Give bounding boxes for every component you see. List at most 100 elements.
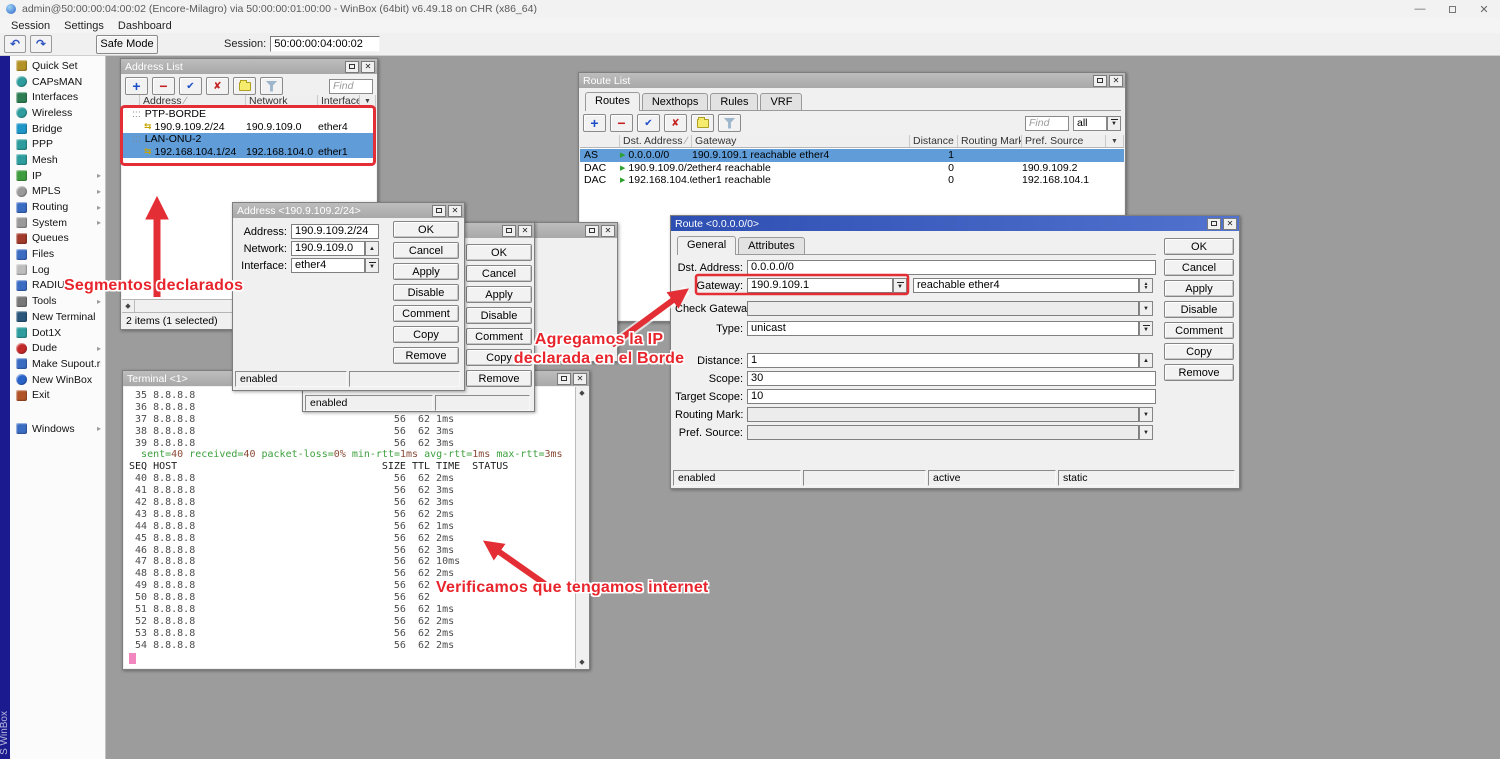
minimize-icon[interactable]: —: [1404, 0, 1436, 18]
close-icon[interactable]: ✕: [361, 61, 375, 73]
close-icon[interactable]: ✕: [1223, 218, 1237, 230]
comment-button[interactable]: Comment: [1164, 322, 1234, 339]
find-input[interactable]: Find: [329, 79, 373, 94]
filter-button[interactable]: [260, 77, 283, 95]
spin-up-icon[interactable]: ▲: [365, 241, 379, 256]
disable-button[interactable]: ✘: [664, 114, 687, 132]
safe-mode-button[interactable]: Safe Mode: [96, 35, 158, 54]
scope-input[interactable]: 30: [747, 371, 1156, 386]
gateway-dropdown-icon[interactable]: ▼: [893, 278, 907, 293]
comment-button[interactable]: [233, 77, 256, 95]
scroll-up-icon[interactable]: ◆: [579, 387, 584, 399]
sidebar-item-tools[interactable]: Tools▸: [10, 293, 105, 309]
close-icon[interactable]: ✕: [573, 373, 587, 385]
menu-settings[interactable]: Settings: [57, 20, 111, 32]
close-icon[interactable]: ✕: [1468, 0, 1500, 18]
updown-icon[interactable]: ▲▼: [1139, 278, 1153, 293]
sidebar-item-bridge[interactable]: Bridge: [10, 121, 105, 137]
address-comment-row[interactable]: :::PTP-BORDE: [122, 108, 376, 121]
maximize-icon[interactable]: [1207, 218, 1221, 230]
cancel-button[interactable]: Cancel: [466, 265, 532, 282]
maximize-icon[interactable]: [432, 205, 446, 217]
redo-button[interactable]: ↷: [30, 35, 52, 53]
route-dialog[interactable]: Route <0.0.0.0/0> ✕ GeneralAttributes Ds…: [670, 215, 1240, 489]
address-input[interactable]: 190.9.109.2/24: [291, 224, 379, 239]
address-row[interactable]: ⇆190.9.109.2/24190.9.109.0ether4: [122, 121, 376, 134]
remove-button[interactable]: −: [610, 114, 633, 132]
route-row[interactable]: DAC▶190.9.109.0/24ether4 reachable0190.9…: [580, 162, 1124, 175]
tab-nexthops[interactable]: Nexthops: [642, 93, 708, 110]
sidebar-item-mpls[interactable]: MPLS▸: [10, 184, 105, 200]
sidebar-item-system[interactable]: System▸: [10, 215, 105, 231]
tab-general[interactable]: General: [677, 236, 736, 255]
ok-button[interactable]: OK: [1164, 238, 1234, 255]
enable-button[interactable]: ✔: [637, 114, 660, 132]
address-comment-row[interactable]: :::LAN-ONU-2: [122, 133, 376, 146]
dropdown-icon[interactable]: ▼: [365, 258, 379, 273]
network-input[interactable]: 190.9.109.0: [291, 241, 365, 256]
filter-select[interactable]: all: [1073, 116, 1107, 131]
terminal-window[interactable]: Terminal <1> ✕ 35 8.8.8.8 36 8.8.8.8 37 …: [122, 370, 590, 670]
copy-button[interactable]: Copy: [393, 326, 459, 343]
disable-button[interactable]: ✘: [206, 77, 229, 95]
comment-button[interactable]: Comment: [393, 305, 459, 322]
sidebar-item-dude[interactable]: Dude▸: [10, 340, 105, 356]
maximize-icon[interactable]: [345, 61, 359, 73]
pref-source-input[interactable]: [747, 425, 1139, 440]
add-button[interactable]: +: [125, 77, 148, 95]
cancel-button[interactable]: Cancel: [1164, 259, 1234, 276]
apply-button[interactable]: Apply: [466, 286, 532, 303]
sidebar-item-queues[interactable]: Queues: [10, 231, 105, 247]
sidebar-item-make-supout-rif[interactable]: Make Supout.rif: [10, 356, 105, 372]
interface-input[interactable]: ether4: [291, 258, 365, 273]
sidebar-item-windows[interactable]: Windows▸: [10, 421, 105, 437]
restore-icon[interactable]: [1436, 0, 1468, 18]
comment-button[interactable]: [691, 114, 714, 132]
close-icon[interactable]: ✕: [448, 205, 462, 217]
add-button[interactable]: +: [583, 114, 606, 132]
sidebar-item-radius[interactable]: RADIUS: [10, 278, 105, 294]
maximize-icon[interactable]: [585, 225, 599, 237]
route-row[interactable]: AS▶0.0.0.0/0190.9.109.1 reachable ether4…: [580, 149, 1124, 162]
vertical-scrollbar[interactable]: ◆ ◆: [575, 387, 588, 668]
dropdown-icon[interactable]: ▼: [1139, 301, 1153, 316]
scroll-down-icon[interactable]: ◆: [579, 656, 584, 668]
dropdown-icon[interactable]: ▼: [1139, 321, 1153, 336]
find-input[interactable]: Find: [1025, 116, 1069, 131]
address-row[interactable]: ⇆192.168.104.1/24192.168.104.0ether1: [122, 146, 376, 159]
dropdown-icon[interactable]: ▼: [1139, 407, 1153, 422]
sidebar-item-mesh[interactable]: Mesh: [10, 152, 105, 168]
gateway-input[interactable]: 190.9.109.1: [747, 278, 893, 293]
sidebar-item-quick-set[interactable]: Quick Set: [10, 58, 105, 74]
copy-button[interactable]: Copy: [466, 349, 532, 366]
disable-button[interactable]: Disable: [393, 284, 459, 301]
apply-button[interactable]: Apply: [1164, 280, 1234, 297]
session-input[interactable]: 50:00:00:04:00:02: [270, 36, 380, 52]
address-dialog[interactable]: Address <190.9.109.2/24> ✕ Address: 190.…: [232, 202, 465, 391]
route-row[interactable]: DAC▶192.168.104.0..ether1 reachable0192.…: [580, 174, 1124, 187]
maximize-icon[interactable]: [1093, 75, 1107, 87]
sidebar-item-ppp[interactable]: PPP: [10, 136, 105, 152]
copy-button[interactable]: Copy: [1164, 343, 1234, 360]
sidebar-item-routing[interactable]: Routing▸: [10, 199, 105, 215]
scroll-arrow-icon[interactable]: ◆: [122, 300, 135, 312]
sidebar-item-new-terminal[interactable]: New Terminal: [10, 309, 105, 325]
sidebar-item-interfaces[interactable]: Interfaces: [10, 89, 105, 105]
distance-input[interactable]: 1: [747, 353, 1139, 368]
target-scope-input[interactable]: 10: [747, 389, 1156, 404]
tab-routes[interactable]: Routes: [585, 92, 640, 111]
cancel-button[interactable]: Cancel: [393, 242, 459, 259]
tab-rules[interactable]: Rules: [710, 93, 758, 110]
dropdown-icon[interactable]: ▼: [1139, 425, 1153, 440]
remove-button[interactable]: Remove: [393, 347, 459, 364]
sidebar-item-wireless[interactable]: Wireless: [10, 105, 105, 121]
enable-button[interactable]: ✔: [179, 77, 202, 95]
remove-button[interactable]: Remove: [466, 370, 532, 387]
close-icon[interactable]: ✕: [518, 225, 532, 237]
disable-button[interactable]: Disable: [1164, 301, 1234, 318]
sidebar-item-dot1x[interactable]: Dot1X: [10, 325, 105, 341]
ok-button[interactable]: OK: [393, 221, 459, 238]
type-input[interactable]: unicast: [747, 321, 1139, 336]
check-gateway-input[interactable]: [747, 301, 1139, 316]
spin-up-icon[interactable]: ▲: [1139, 353, 1153, 368]
